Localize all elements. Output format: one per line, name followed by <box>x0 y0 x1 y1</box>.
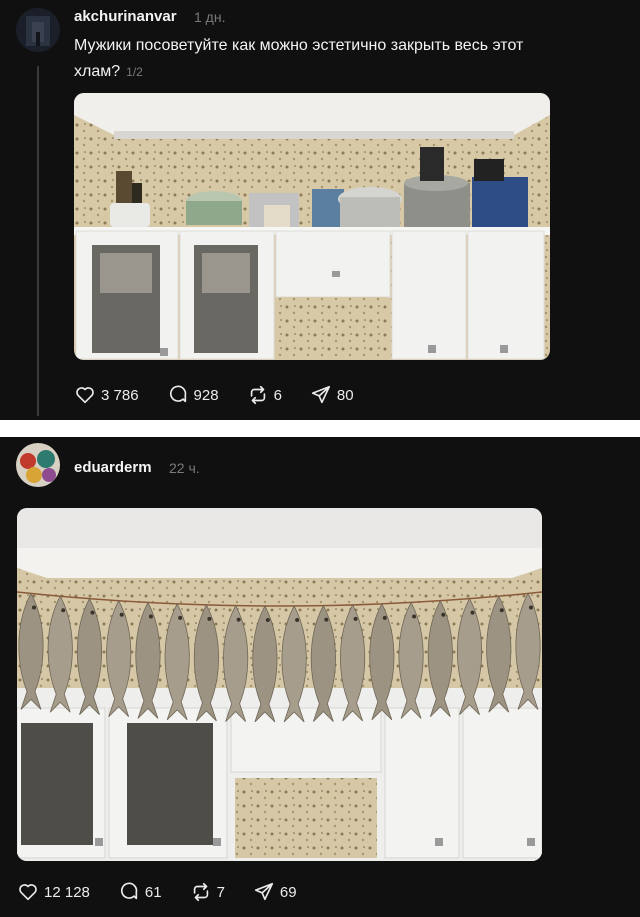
fish-eye <box>295 617 300 622</box>
heart-icon <box>19 884 37 901</box>
username[interactable]: akchurinanvar <box>74 8 177 25</box>
repost-icon <box>193 882 208 902</box>
fish-eye <box>470 610 475 615</box>
avatar[interactable] <box>16 443 60 487</box>
repost-icon <box>250 385 265 405</box>
comment-count: 61 <box>144 883 162 901</box>
post-actions: 12 128 61 7 69 <box>17 881 325 903</box>
comment-icon <box>120 882 138 900</box>
fish-eye <box>32 605 36 610</box>
avatar[interactable] <box>16 8 60 52</box>
share-button[interactable]: 69 <box>253 881 297 903</box>
thread-line <box>37 66 39 416</box>
fish-eye <box>265 617 270 622</box>
share-icon <box>311 385 330 404</box>
fish-eye <box>382 615 387 620</box>
like-button[interactable]: 12 128 <box>17 881 90 903</box>
fish-eye <box>499 608 504 613</box>
post-card: akchurinanvar 1 дн. Мужики посоветуйте к… <box>0 0 640 420</box>
fish-eye <box>441 612 446 617</box>
fish-eye <box>529 605 533 610</box>
repost-count: 6 <box>273 386 282 404</box>
fish-eye <box>324 617 329 622</box>
post-time: 1 дн. <box>194 9 226 25</box>
post-photo-kitchen-cabinets[interactable] <box>74 93 550 360</box>
fish-eye <box>236 617 241 622</box>
fish-eye <box>90 610 95 615</box>
post-text: Мужики посоветуйте как можно эстетично з… <box>74 33 624 85</box>
comment-button[interactable]: 928 <box>167 384 219 406</box>
fish-eye <box>178 615 183 620</box>
post-text-line: Мужики посоветуйте как можно эстетично з… <box>74 37 524 54</box>
share-count: 69 <box>279 883 297 901</box>
repost-button[interactable]: 7 <box>190 881 225 903</box>
comment-count: 928 <box>193 386 219 404</box>
share-icon <box>254 882 273 901</box>
share-count: 80 <box>336 386 354 404</box>
repost-count: 7 <box>216 883 225 901</box>
fish-eye <box>61 608 66 613</box>
share-button[interactable]: 80 <box>310 384 354 406</box>
fish-eye <box>353 616 358 621</box>
comment-icon <box>169 385 186 403</box>
fish-eye <box>148 614 153 619</box>
repost-button[interactable]: 6 <box>247 384 282 406</box>
post-actions: 3 786 928 6 80 <box>74 384 382 406</box>
username[interactable]: eduarderm <box>74 459 152 476</box>
post-card: eduarderm 22 ч. 12 128 61 7 69 <box>0 437 640 917</box>
fish-eye <box>207 616 212 621</box>
image-counter: 1/2 <box>126 65 143 79</box>
heart-icon <box>76 387 94 404</box>
fish-eye <box>412 614 417 619</box>
like-count: 12 128 <box>44 883 90 901</box>
like-button[interactable]: 3 786 <box>74 384 139 406</box>
comment-button[interactable]: 61 <box>118 881 162 903</box>
post-photo-dried-fish[interactable] <box>17 508 542 861</box>
like-count: 3 786 <box>101 386 139 404</box>
fish-eye <box>119 612 124 617</box>
post-text-line: хлам? <box>74 63 121 80</box>
post-time: 22 ч. <box>169 460 200 476</box>
